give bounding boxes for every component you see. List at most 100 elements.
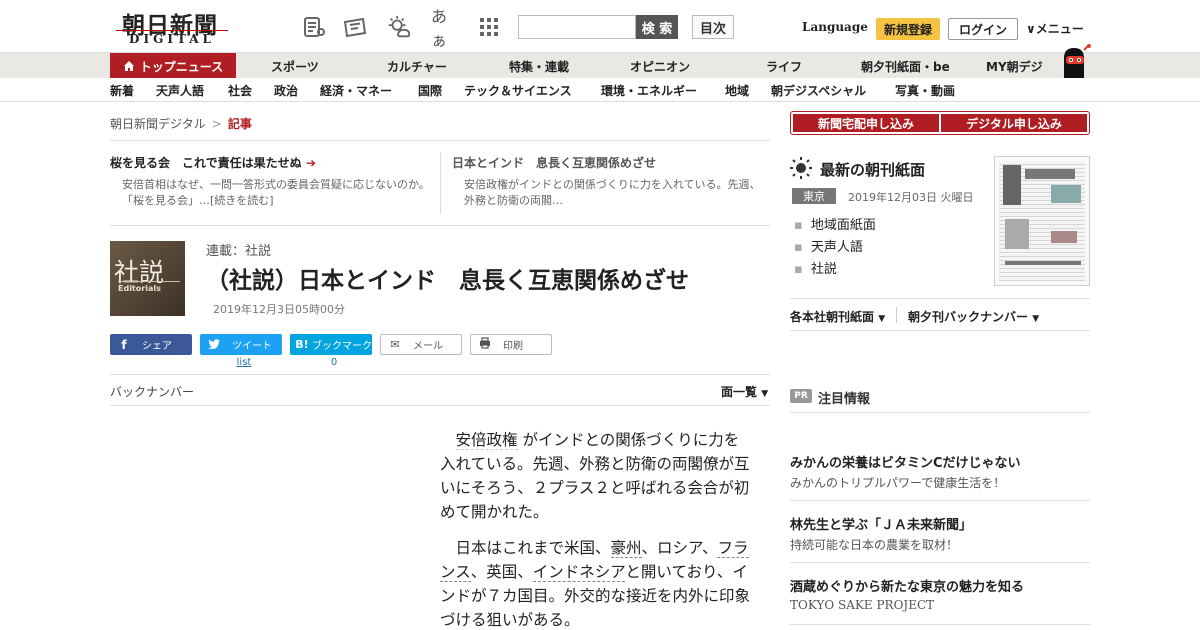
- tweet-button[interactable]: ツイート: [200, 334, 282, 355]
- breadcrumb-sep: >: [211, 117, 222, 131]
- nav-latest[interactable]: 新着: [110, 78, 134, 102]
- print-label: 印刷: [503, 341, 523, 352]
- term-link[interactable]: 安倍政権: [455, 431, 518, 450]
- site-header: 朝日新聞 DIGITAL あぁ 検 索 目次 Language 新規登録 ログイ…: [0, 0, 1200, 52]
- paragraph: 日本はこれまで米国、豪州、ロシア、フランス、英国、インドネシアと開いており、イン…: [440, 539, 751, 629]
- breadcrumb-home[interactable]: 朝日新聞デジタル: [110, 117, 206, 131]
- arrow-right-icon: ➔: [305, 156, 316, 170]
- nav-features[interactable]: 特集・連載: [509, 53, 569, 79]
- search-input[interactable]: [518, 15, 636, 39]
- pr-item-title[interactable]: みかんの栄養はビタミンCだけじゃない: [790, 452, 1021, 471]
- toc-button[interactable]: 目次: [692, 15, 734, 39]
- series-label[interactable]: 連載：社説: [206, 240, 271, 259]
- pr-item-title[interactable]: 林先生と学ぶ「ＪＡ未来新聞」: [790, 514, 972, 533]
- featured-title[interactable]: 桜を見る会 これで責任は果たせぬ: [110, 156, 302, 170]
- hatena-bookmark-button[interactable]: B! ブックマーク: [290, 334, 372, 355]
- nav-tech-science[interactable]: テック＆サイエンス: [464, 78, 572, 102]
- nav-top-news[interactable]: トップニュース: [110, 53, 236, 79]
- hatena-icon: B!: [295, 338, 309, 351]
- article-headline: （社説）日本とインド 息長く互恵関係めざせ: [206, 268, 689, 294]
- search-button[interactable]: 検 索: [636, 15, 678, 39]
- thumbnail-subtitle: Editorials: [118, 284, 161, 293]
- digital-subscribe-button[interactable]: デジタル申し込み: [941, 114, 1087, 132]
- nav-sports[interactable]: スポーツ: [271, 53, 319, 79]
- divider: [110, 140, 770, 141]
- nav-tenseijingo[interactable]: 天声人語: [156, 78, 204, 102]
- nav-society[interactable]: 社会: [228, 78, 252, 102]
- paper-link-local[interactable]: ▪ 地域面紙面: [794, 214, 876, 233]
- nav-paper[interactable]: 朝夕刊紙面・be: [861, 53, 950, 79]
- pr-item-subtitle[interactable]: TOKYO SAKE PROJECT: [790, 598, 934, 612]
- nav-life[interactable]: ライフ: [766, 53, 802, 79]
- nav-economy[interactable]: 経済・マネー: [320, 78, 392, 102]
- mascot-icon[interactable]: [1056, 44, 1092, 78]
- editorial-thumbnail: 社説 Editorials: [110, 241, 185, 316]
- nav-international[interactable]: 国際: [418, 78, 442, 102]
- font-size-icon[interactable]: あぁ: [431, 7, 457, 50]
- caret-down-icon: ▼: [878, 314, 886, 324]
- printer-icon: [475, 337, 495, 352]
- divider: [790, 298, 1090, 299]
- nav-special[interactable]: 朝デジスペシャル: [771, 78, 866, 102]
- bookmark-label: ブックマーク: [312, 341, 372, 352]
- pr-section-title: 注目情報: [818, 392, 871, 407]
- newspaper-icon[interactable]: [301, 14, 327, 40]
- share-label: シェア: [142, 341, 172, 352]
- article-body: 安倍政権 がインドとの関係づくりに力を入れている。先週、外務と防衛の両閣僚が互い…: [440, 428, 750, 630]
- featured-title[interactable]: 日本とインド 息長く互恵関係めざせ: [452, 154, 770, 171]
- featured-editorial-2[interactable]: 日本とインド 息長く互恵関係めざせ 安倍政権がインドとの関係づくりに力を入れてい…: [452, 154, 770, 209]
- bookmark-count[interactable]: 0: [290, 357, 378, 368]
- featured-desc: 安倍首相はなぜ、一問一答形式の委員会質疑に応じないのか。「桜を見る会」…[続きを…: [122, 178, 430, 207]
- nav-environment[interactable]: 環境・エネルギー: [601, 78, 697, 102]
- nav-culture[interactable]: カルチャー: [387, 53, 447, 79]
- pr-item-title[interactable]: 酒蔵めぐりから新たな東京の魅力を知る: [790, 576, 1024, 595]
- pr-badge: PR: [790, 389, 812, 403]
- print-button[interactable]: 印刷: [470, 334, 552, 355]
- paper-link-tenseijingo[interactable]: ▪ 天声人語: [794, 236, 863, 255]
- mail-label: メール: [413, 341, 443, 352]
- primary-nav: トップニュース スポーツ カルチャー 特集・連載 オピニオン ライフ 朝夕刊紙面…: [0, 52, 1200, 79]
- facebook-share-button[interactable]: f シェア: [110, 334, 192, 355]
- morning-paper-title: 最新の朝刊紙面: [820, 161, 926, 179]
- facebook-icon: f: [121, 337, 127, 352]
- backnumber-dropdown[interactable]: 朝夕刊バックナンバー ▼: [908, 308, 1039, 325]
- publish-date: 2019年12月3日05時00分: [213, 303, 345, 316]
- divider: [790, 624, 1090, 625]
- term-link[interactable]: 豪州: [610, 539, 642, 558]
- nav-region[interactable]: 地域: [725, 78, 749, 102]
- divider: [790, 500, 1090, 501]
- newspaper-subscribe-button[interactable]: 新聞宅配申し込み: [793, 114, 939, 132]
- nav-label: トップニュース: [139, 59, 224, 74]
- nav-photo-video[interactable]: 写真・動画: [895, 78, 955, 102]
- page-list-dropdown[interactable]: 面一覧 ▼: [721, 383, 768, 400]
- each-branch-paper-dropdown[interactable]: 各本社朝刊紙面 ▼: [790, 308, 885, 325]
- newspaper-thumbnail[interactable]: [994, 156, 1090, 286]
- weather-icon[interactable]: [386, 14, 412, 40]
- divider: [790, 412, 1090, 413]
- mail-button[interactable]: ✉ メール: [380, 334, 462, 355]
- login-button[interactable]: ログイン: [948, 18, 1018, 40]
- chevron-down-icon: ∨: [1026, 22, 1036, 36]
- term-link[interactable]: インドネシア: [532, 563, 626, 582]
- paper-link-editorial[interactable]: ▪ 社説: [794, 258, 837, 277]
- divider: [118, 281, 180, 282]
- featured-editorial-1[interactable]: 桜を見る会 これで責任は果たせぬ ➔ 安倍首相はなぜ、一問一答形式の委員会質疑に…: [110, 154, 430, 209]
- home-icon: [123, 60, 135, 72]
- language-link[interactable]: Language: [802, 20, 868, 34]
- register-button[interactable]: 新規登録: [876, 18, 940, 40]
- pr-item-subtitle[interactable]: みかんのトリプルパワーで健康生活を！: [790, 474, 1005, 491]
- ticket-icon[interactable]: [342, 14, 368, 40]
- tweet-count-link[interactable]: list: [200, 357, 288, 368]
- nav-politics[interactable]: 政治: [274, 78, 298, 102]
- pr-item-subtitle[interactable]: 持続可能な日本の農業を取材！: [790, 536, 958, 553]
- backnumber-label: バックナンバー: [110, 385, 195, 399]
- divider: [110, 374, 770, 375]
- mail-icon: ✉: [390, 338, 400, 351]
- divider: [110, 405, 770, 406]
- nav-opinion[interactable]: オピニオン: [630, 53, 690, 79]
- menu-button[interactable]: ∨メニュー: [1026, 20, 1084, 37]
- grid-icon[interactable]: [476, 14, 502, 40]
- logo-digital[interactable]: DIGITAL: [116, 30, 228, 46]
- nav-my-asadigi[interactable]: MY朝デジ: [986, 53, 1043, 79]
- bullet-icon: ▪: [794, 218, 803, 233]
